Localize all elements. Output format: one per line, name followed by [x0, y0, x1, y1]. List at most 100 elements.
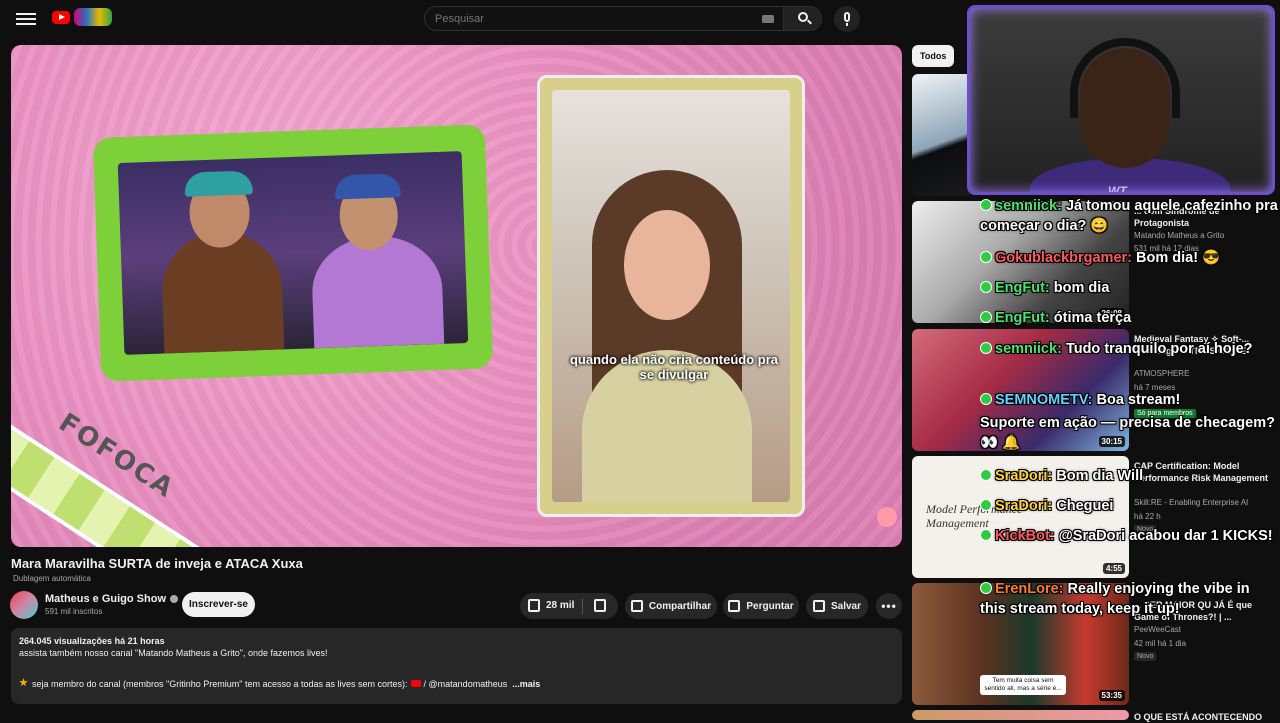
- video-player[interactable]: FOFOCA quando ela não cria conteúdo pra …: [11, 45, 902, 547]
- share-label: Compartilhar: [648, 600, 712, 612]
- webcam-logo: WT: [1108, 184, 1127, 195]
- description-line-2: seja membro do canal (membros "Gritinho …: [19, 678, 894, 689]
- chat-text: Suporte em ação — precisa de checagem? 👀…: [980, 415, 1275, 451]
- chat-message: SEMNOMETV: Boa stream!: [980, 390, 1278, 410]
- chat-message: Suporte em ação — precisa de checagem? 👀…: [980, 413, 1278, 453]
- chat-message: Gokublackbrgamer: Bom dia! 😎: [980, 248, 1278, 268]
- chat-badge-icon: [980, 311, 992, 323]
- chat-username: SraDori:: [995, 468, 1053, 484]
- chat-text: bom dia: [1053, 280, 1110, 296]
- chat-badge-icon: [980, 469, 992, 481]
- chat-message: KickBot: @SraDori acabou dar 1 KICKS!: [980, 526, 1278, 546]
- chat-username: KickBot:: [995, 528, 1055, 544]
- streamer-webcam-overlay: WT: [967, 5, 1275, 195]
- chat-message: EngFut: bom dia: [980, 278, 1278, 298]
- host-right-body: [310, 233, 445, 349]
- share-button[interactable]: Compartilhar: [625, 593, 717, 619]
- dubbing-label: Dublagem automática: [13, 574, 91, 583]
- recommendation-meta: 42 mil há 1 dia: [1134, 639, 1187, 648]
- chat-badge-icon: [980, 499, 992, 511]
- microphone-icon: [844, 12, 850, 22]
- recommendation-thumbnail[interactable]: [912, 74, 972, 196]
- chat-message: EngFut: ótima terça: [980, 308, 1278, 328]
- subscriber-count: 591 mil inscritos: [45, 607, 103, 616]
- sparkle-icon: [728, 600, 741, 612]
- chat-username: Gokublackbrgamer:: [995, 250, 1132, 266]
- chat-message: SraDori: Bom dia Will: [980, 466, 1278, 486]
- channel-name-text[interactable]: Matheus e Guigo Show: [45, 593, 166, 605]
- woman-face: [624, 210, 710, 320]
- like-count[interactable]: 28 mil: [546, 600, 574, 611]
- chat-badge-icon: [980, 199, 992, 211]
- like-dislike-group: 28 mil: [520, 593, 618, 619]
- recommendation-thumbnail[interactable]: [912, 710, 1129, 720]
- share-icon: [630, 600, 643, 612]
- ask-button[interactable]: Perguntar: [723, 593, 799, 619]
- video-caption: quando ela não cria conteúdo pra se divu…: [569, 352, 779, 382]
- youtube-mini-icon: [410, 680, 421, 687]
- channel-avatar[interactable]: [10, 591, 38, 619]
- more-actions-button[interactable]: •••: [876, 593, 902, 619]
- dislike-icon[interactable]: [594, 599, 606, 612]
- keyboard-icon[interactable]: [762, 15, 774, 23]
- host-right-hat: [334, 173, 402, 200]
- chat-badge-icon: [980, 582, 992, 594]
- save-label: Salvar: [830, 600, 862, 612]
- search-button[interactable]: [783, 7, 821, 30]
- menu-icon[interactable]: [16, 10, 36, 30]
- channel-name[interactable]: Matheus e Guigo Show: [45, 593, 179, 605]
- search-icon-handle: [807, 19, 812, 25]
- chat-text: Bom dia Will: [1056, 468, 1144, 484]
- chat-text: @SraDori acabou dar 1 KICKS!: [1058, 528, 1273, 544]
- save-button[interactable]: Salvar: [806, 593, 868, 619]
- like-separator: [582, 598, 583, 614]
- video-duration: 53:35: [1098, 690, 1125, 701]
- description-box[interactable]: 264.045 visualizações há 21 horas assist…: [11, 628, 902, 704]
- chat-text: Bom dia! 😎: [1136, 250, 1221, 266]
- video-title: Mara Maravilha SURTA de inveja e ATACA X…: [11, 556, 303, 571]
- webcam-glow: [970, 8, 1272, 192]
- chat-username: semniick:: [995, 198, 1062, 214]
- recommendation-channel[interactable]: PeeWeeCast: [1134, 625, 1181, 634]
- star-icon: [19, 678, 28, 687]
- doodle-logo-icon[interactable]: [74, 8, 112, 26]
- verified-icon: [170, 595, 179, 604]
- host-left-body: [160, 229, 285, 354]
- thumbnail-caption: Tem muita coisa sem sentido ali, mas a s…: [980, 675, 1066, 695]
- chat-message: ErenLore: Really enjoying the vibe in th…: [980, 579, 1278, 619]
- youtube-logo-icon[interactable]: [52, 11, 70, 24]
- host-left-hat: [184, 170, 253, 197]
- chat-username: SraDori:: [995, 498, 1053, 514]
- channel-link[interactable]: / @matandomatheus: [424, 679, 508, 689]
- woman-card-frame: quando ela não cria conteúdo pra se divu…: [537, 75, 805, 517]
- voice-search-button[interactable]: [834, 6, 860, 32]
- ask-label: Perguntar: [746, 600, 794, 612]
- recommendation-5[interactable]: O QUE ESTÁ ACONTECENDO: [912, 710, 1280, 723]
- chat-username: ErenLore:: [995, 581, 1064, 597]
- chat-badge-icon: [980, 393, 992, 405]
- description-line-2-text: seja membro do canal (membros "Gritinho …: [32, 679, 408, 689]
- emoji-sticker-icon: [877, 507, 897, 527]
- chat-username: semniick:: [995, 341, 1062, 357]
- like-icon[interactable]: [528, 599, 540, 612]
- chat-text: ótima terça: [1053, 310, 1132, 326]
- chat-message: semniick: Já tomou aquele cafezinho pra …: [980, 196, 1278, 236]
- recommendation-title[interactable]: O QUE ESTÁ ACONTECENDO: [1134, 711, 1274, 723]
- subscribe-button[interactable]: Inscrever-se: [182, 592, 255, 617]
- description-line-1: assista também nosso canal "Matando Math…: [19, 648, 328, 658]
- chat-username: EngFut:: [995, 280, 1050, 296]
- chat-message: SraDori: Cheguei: [980, 496, 1278, 516]
- recommendation-channel[interactable]: ATMOSPHERE: [1134, 369, 1189, 378]
- video-duration: 4:55: [1102, 563, 1125, 574]
- chat-message: semniick: Tudo tranquilo por aí hoje?: [980, 339, 1278, 359]
- bookmark-icon: [812, 600, 825, 612]
- search-input[interactable]: [425, 7, 783, 30]
- chat-badge-icon: [980, 529, 992, 541]
- chat-text: Boa stream!: [1096, 392, 1181, 408]
- more-icon: •••: [881, 599, 897, 613]
- chip-all[interactable]: Todos: [912, 45, 955, 67]
- show-more-link[interactable]: ...mais: [512, 679, 540, 689]
- chat-username: EngFut:: [995, 310, 1050, 326]
- chat-badge-icon: [980, 342, 992, 354]
- microphone-stand: [846, 23, 848, 26]
